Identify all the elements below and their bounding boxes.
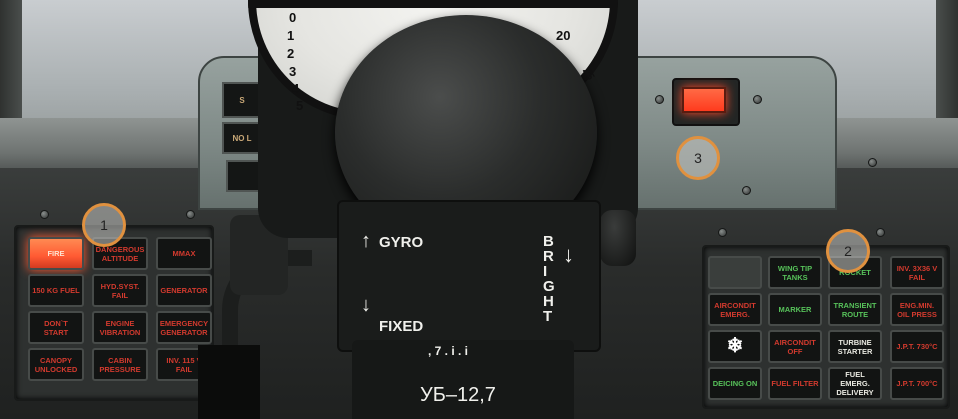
dial-tick-0: 0 (289, 10, 297, 25)
right-lamp-label: J.P.T. 730°C (896, 342, 938, 351)
left-lamp-r0-c2: Mmax (156, 237, 212, 270)
dark-bracket (198, 345, 260, 419)
dial-tick-1: 1 (287, 28, 295, 43)
sight-scale: , 7 . i . i (428, 344, 469, 358)
right-lamp-label: DEICING ON (712, 379, 758, 388)
left-lamp-label: 150 KG FUEL (32, 286, 80, 295)
callout-3: 3 (676, 136, 720, 180)
upper-left-lamp-2: NO L (222, 122, 262, 154)
right-lamp-label: J.P.T. 700°C (896, 379, 938, 388)
red-warning-lamp (682, 87, 726, 113)
right-lamp-r1-c0: AIRCONDIT EMERG. (708, 293, 762, 326)
upper-left-lamp-1-label: S (239, 95, 245, 105)
left-lamp-label: HYD.SYST. FAIL (100, 281, 140, 300)
left-lamp-label: ENGINE VIBRATION (99, 318, 141, 337)
brightness-knob[interactable] (600, 210, 636, 266)
right-lamp-r3-c3: J.P.T. 700°C (890, 367, 944, 400)
left-lamp-label: FIRE (47, 249, 65, 258)
right-lamp-r0-c1: WING TIP TANKS (768, 256, 822, 289)
left-lamp-label: CANOPY UNLOCKED (34, 355, 78, 374)
right-lamp-r2-c1: AIRCONDIT OFF (768, 330, 822, 363)
screw (40, 210, 49, 219)
snowflake-icon: ❄ (708, 330, 762, 363)
gyro-arrow-icon: ↑ (361, 230, 371, 252)
left-lamp-r1-c2: GENERATOR (156, 274, 212, 307)
left-lamp-r2-c1: ENGINE VIBRATION (92, 311, 148, 344)
callout-2: 2 (826, 229, 870, 273)
screw (718, 228, 727, 237)
right-lamp-r3-c2: FUEL EMERG. DELIVERY (828, 367, 882, 400)
left-lamp-r1-c1: HYD.SYST. FAIL (92, 274, 148, 307)
dial-tick-20: 20 (556, 28, 571, 43)
dial-tick-2: 2 (287, 46, 295, 61)
sight-base: , 7 . i . i УБ–12,7 (352, 340, 574, 419)
left-lamp-r2-c0: DON`T START (28, 311, 84, 344)
left-lamp-label: GENERATOR (160, 286, 208, 295)
screw (186, 210, 195, 219)
callout-1: 1 (82, 203, 126, 247)
left-lamp-label: DANGEROUS ALTITUDE (95, 244, 145, 263)
screw (742, 186, 751, 195)
right-lamp-label: INV. 3x36 V FAIL (896, 263, 938, 282)
right-lamp-r0-c3: INV. 3x36 V FAIL (890, 256, 944, 289)
right-lamp-r2-c2: TURBINE STARTER (828, 330, 882, 363)
dial-tick-4: 4 (292, 81, 300, 96)
left-lamp-label: Mmax (172, 249, 196, 258)
upper-left-lamp-1: S (222, 82, 262, 118)
fixed-label: FIXED (379, 318, 424, 335)
right-lamp-r1-c1: MARKER (768, 293, 822, 326)
left-lamp-label: CABIN PRESSURE (99, 355, 141, 374)
screw (876, 228, 885, 237)
right-lamp-r2-c3: J.P.T. 730°C (890, 330, 944, 363)
left-lamp-label: DON`T START (43, 318, 69, 337)
screw (868, 158, 877, 167)
right-lamp-label: MARKER (778, 305, 812, 314)
dial-tick-5: 5 (296, 98, 304, 113)
dial-tick-3: 3 (289, 64, 297, 79)
right-lamp-label: TURBINE STARTER (837, 337, 873, 356)
right-lamp-label: TRANSIENT ROUTE (833, 300, 877, 319)
left-lamp-r3-c0: CANOPY UNLOCKED (28, 348, 84, 381)
screw (753, 95, 762, 104)
gyro-label: GYRO (379, 234, 424, 251)
bright-label: BRIGHT (543, 233, 555, 325)
sight-control-plate: ↑ GYRO ↓ FIXED BRIGHT ↓ (337, 200, 601, 352)
fixed-arrow-icon: ↓ (361, 294, 371, 316)
right-lamp-label: WING TIP TANKS (777, 263, 813, 282)
upper-left-lamp-3 (226, 160, 262, 192)
right-lamp-label: FUEL FILTER (771, 379, 819, 388)
left-lamp-label: EMERGENCY GENERATOR (159, 318, 209, 337)
right-lamp-r1-c2: TRANSIENT ROUTE (828, 293, 882, 326)
right-lamp-r3-c1: FUEL FILTER (768, 367, 822, 400)
screw (655, 95, 664, 104)
right-lamp-r0-c0 (708, 256, 762, 289)
right-lamp-label: ❄ (726, 335, 744, 357)
bright-arrow-icon: ↓ (563, 242, 574, 267)
right-lamp-label: ENG.MIN. OIL PRESS (897, 300, 937, 319)
left-lamp-r3-c1: CABIN PRESSURE (92, 348, 148, 381)
right-lamp-label: AIRCONDIT EMERG. (714, 300, 756, 319)
left-lamp-r0-c0: FIRE (28, 237, 84, 270)
sight-model-plate: УБ–12,7 (420, 384, 496, 406)
right-lamp-label: FUEL EMERG. DELIVERY (836, 370, 874, 397)
upper-left-lamp-2-label: NO L (232, 133, 252, 143)
left-lamp-r2-c2: EMERGENCY GENERATOR (156, 311, 212, 344)
right-lamp-label: AIRCONDIT OFF (774, 337, 816, 356)
right-lamp-r1-c3: ENG.MIN. OIL PRESS (890, 293, 944, 326)
left-lamp-r1-c0: 150 KG FUEL (28, 274, 84, 307)
right-lamp-r3-c0: DEICING ON (708, 367, 762, 400)
